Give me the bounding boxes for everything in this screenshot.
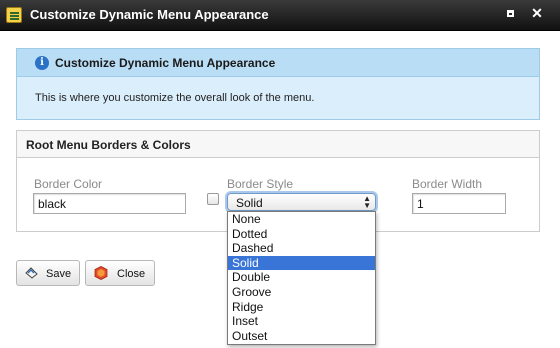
maximize-icon[interactable] (503, 6, 517, 20)
info-icon: i (35, 56, 49, 70)
info-description: This is where you customize the overall … (35, 92, 315, 104)
window-titlebar: Customize Dynamic Menu Appearance ✕ (0, 0, 560, 31)
info-header: i Customize Dynamic Menu Appearance (17, 49, 539, 77)
border-style-checkbox[interactable] (207, 193, 219, 205)
border-style-selected-value: Solid (236, 196, 263, 210)
border-width-input[interactable] (412, 193, 506, 214)
save-button-label: Save (46, 268, 72, 280)
close-button-label: Close (117, 268, 146, 280)
chevron-updown-icon: ▲ ▼ (363, 194, 371, 210)
panel-title: Root Menu Borders & Colors (26, 138, 191, 152)
border-color-label: Border Color (34, 177, 103, 191)
border-style-select[interactable]: Solid ▲ ▼ (227, 193, 376, 211)
close-hexagon-icon (94, 266, 108, 280)
dropdown-option[interactable]: Dashed (228, 241, 375, 256)
dropdown-option[interactable]: Ridge (228, 300, 375, 315)
dropdown-option[interactable]: Double (228, 270, 375, 285)
info-title: Customize Dynamic Menu Appearance (55, 56, 276, 70)
dropdown-option[interactable]: None (228, 212, 375, 227)
app-icon (6, 7, 22, 23)
border-color-input[interactable] (33, 193, 186, 214)
border-style-label: Border Style (227, 177, 294, 191)
dropdown-option-selected[interactable]: Solid (228, 255, 375, 271)
close-button[interactable]: Close (85, 260, 155, 286)
close-x-icon[interactable]: ✕ (530, 6, 544, 20)
border-style-dropdown[interactable]: None Dotted Dashed Solid Double Groove R… (227, 211, 376, 345)
save-button[interactable]: Save (16, 260, 80, 286)
dropdown-option[interactable]: Inset (228, 314, 375, 329)
border-width-label: Border Width (412, 177, 483, 191)
save-icon (25, 267, 38, 279)
dropdown-option[interactable]: Groove (228, 285, 375, 300)
dropdown-option[interactable]: Outset (228, 329, 375, 344)
info-box: i Customize Dynamic Menu Appearance This… (16, 48, 540, 120)
dropdown-option[interactable]: Dotted (228, 227, 375, 242)
window-title: Customize Dynamic Menu Appearance (30, 7, 269, 22)
panel-header: Root Menu Borders & Colors (17, 131, 539, 158)
